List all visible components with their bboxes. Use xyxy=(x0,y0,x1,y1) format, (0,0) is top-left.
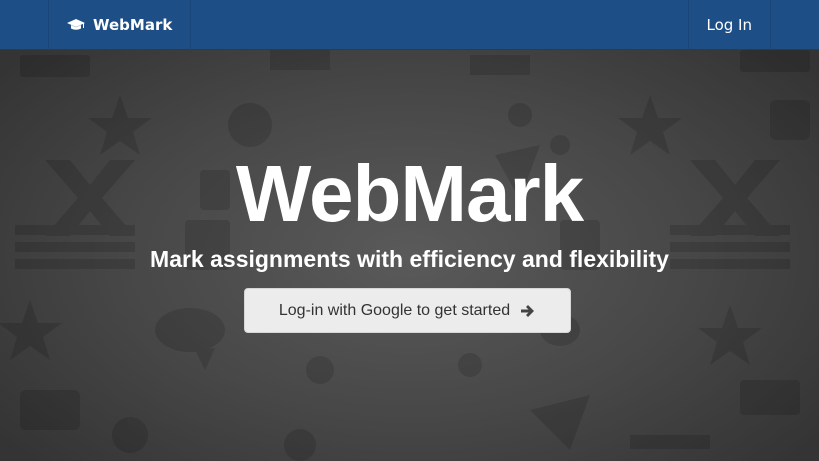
google-login-button[interactable]: Log-in with Google to get started xyxy=(244,288,571,333)
brand-link[interactable]: WebMark xyxy=(48,0,192,50)
login-link[interactable]: Log In xyxy=(687,0,771,50)
graduation-cap-icon xyxy=(67,18,85,32)
hero-subtitle: Mark assignments with efficiency and fle… xyxy=(150,246,669,272)
google-login-label: Log-in with Google to get started xyxy=(278,301,511,319)
brand-label: WebMark xyxy=(93,16,173,34)
arrow-right-icon xyxy=(520,303,536,319)
hero-title: WebMark xyxy=(235,149,584,238)
hero-section: WebMark Mark assignments with efficiency… xyxy=(0,50,819,461)
top-navbar: WebMark Log In xyxy=(0,0,819,50)
